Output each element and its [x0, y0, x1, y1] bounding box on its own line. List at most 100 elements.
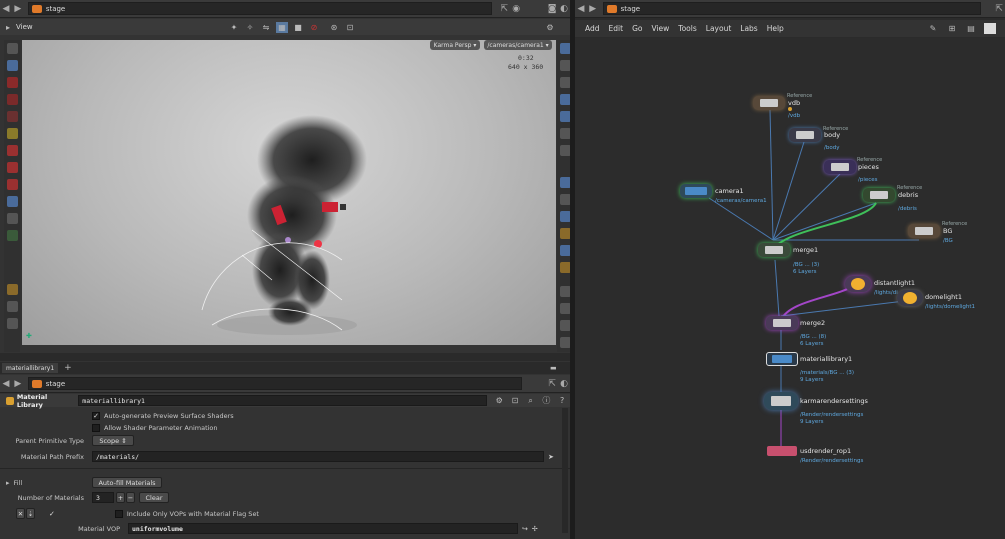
pane-menu-icon[interactable]: ◙: [546, 3, 558, 15]
node-chooser-icon[interactable]: ✢: [532, 525, 538, 533]
shading-icon[interactable]: [559, 145, 571, 156]
handle-icon[interactable]: [6, 77, 18, 88]
node-distantlight1[interactable]: [845, 276, 871, 292]
snap-icon[interactable]: [6, 162, 18, 173]
node-bg[interactable]: [908, 224, 940, 238]
network-forward-icon[interactable]: ▶: [587, 3, 599, 15]
node-scan-icon[interactable]: ⊡: [509, 395, 521, 406]
node-gear-icon[interactable]: ⚙: [493, 395, 505, 406]
tree-icon[interactable]: ⊞: [946, 23, 958, 34]
menu-view[interactable]: View: [651, 24, 669, 33]
auto-fill-button[interactable]: Auto-fill Materials: [92, 477, 162, 488]
drawer-icon[interactable]: [6, 284, 18, 295]
white-square-icon[interactable]: [984, 23, 996, 34]
brush-icon[interactable]: [6, 301, 18, 312]
tab-menu-icon[interactable]: ▬: [550, 364, 557, 372]
lock-icon[interactable]: [6, 60, 18, 71]
magnet-icon[interactable]: [6, 145, 18, 156]
home-icon[interactable]: [559, 94, 571, 105]
ghost-icon[interactable]: [559, 60, 571, 71]
grid-icon[interactable]: [559, 245, 571, 256]
decrement-button[interactable]: −: [126, 492, 135, 503]
params-back-icon[interactable]: ◀: [0, 378, 12, 390]
pose-icon[interactable]: [6, 94, 18, 105]
params-forward-icon[interactable]: ▶: [12, 378, 24, 390]
menu-layout[interactable]: Layout: [706, 24, 732, 33]
node-domelight1[interactable]: [897, 290, 923, 306]
stop-render-icon[interactable]: ⊘: [308, 22, 320, 33]
instance-menu-icon[interactable]: ⇣: [26, 508, 35, 519]
snap-tool-icon[interactable]: ⇋: [260, 22, 272, 33]
add-tab-icon[interactable]: +: [64, 363, 72, 373]
wrench-icon[interactable]: ✎: [927, 23, 939, 34]
view-menu-icon[interactable]: ▸: [2, 22, 14, 33]
pin-icon[interactable]: ⇱: [498, 3, 510, 15]
network-path-field[interactable]: stage: [602, 2, 982, 15]
group-icon[interactable]: [6, 196, 18, 207]
background-icon[interactable]: [559, 194, 571, 205]
select-arrow-icon[interactable]: [6, 43, 18, 54]
display-options-icon[interactable]: [559, 43, 571, 54]
settings-gear-icon[interactable]: ⚙: [544, 22, 556, 33]
pane-link-icon[interactable]: ◐: [558, 3, 570, 15]
clear-button[interactable]: Clear: [139, 492, 169, 503]
fill-expand-icon[interactable]: ▸: [6, 479, 10, 487]
menu-add[interactable]: Add: [585, 24, 600, 33]
pane-splitter[interactable]: [0, 353, 570, 361]
paint-icon[interactable]: [6, 230, 18, 241]
parent-prim-type-select[interactable]: Scope ⇕: [92, 435, 134, 446]
params-scrollbar[interactable]: [562, 408, 568, 533]
network-pin-icon[interactable]: ⇱: [993, 3, 1005, 15]
node-search-icon[interactable]: ⌕: [525, 395, 537, 406]
menu-tools[interactable]: Tools: [678, 24, 696, 33]
node-vdb[interactable]: [753, 96, 785, 110]
rotate-icon[interactable]: [559, 320, 571, 331]
node-body[interactable]: [789, 128, 821, 142]
camera-icon[interactable]: ⊛: [328, 22, 340, 33]
increment-button[interactable]: +: [116, 492, 125, 503]
forward-arrow-icon[interactable]: ▶: [12, 3, 24, 15]
menu-edit[interactable]: Edit: [609, 24, 624, 33]
snapshot-icon[interactable]: ⊡: [344, 22, 356, 33]
globe-icon[interactable]: ◉: [510, 3, 522, 15]
node-info-icon[interactable]: ⓘ: [541, 395, 553, 406]
display-mode-icon[interactable]: ▦: [276, 21, 288, 33]
light-tool-icon[interactable]: [6, 128, 18, 139]
node-debris[interactable]: [863, 188, 895, 202]
jump-icon[interactable]: ↪: [522, 525, 528, 533]
back-arrow-icon[interactable]: ◀: [0, 3, 12, 15]
pan-icon[interactable]: [559, 303, 571, 314]
zoom-icon[interactable]: [559, 286, 571, 297]
tilde-icon[interactable]: [6, 213, 18, 224]
wireframe-icon[interactable]: ■: [292, 22, 304, 33]
params-pin-icon[interactable]: ⇱: [546, 378, 558, 390]
num-materials-field[interactable]: 3: [92, 492, 114, 503]
transform-tool-icon[interactable]: ✧: [244, 22, 256, 33]
node-merge2[interactable]: [766, 316, 798, 330]
node-materiallibrary1[interactable]: [766, 352, 798, 366]
node-usdrender-rop1[interactable]: [767, 446, 797, 456]
node-name-field[interactable]: materiallibrary1: [78, 395, 488, 406]
camera-view-icon[interactable]: [559, 211, 571, 222]
menu-go[interactable]: Go: [632, 24, 642, 33]
node-camera1[interactable]: [680, 184, 712, 198]
node-merge1[interactable]: [758, 243, 790, 257]
view-tab[interactable]: View: [16, 23, 33, 31]
menu-labs[interactable]: Labs: [740, 24, 757, 33]
params-link-icon[interactable]: ◐: [558, 378, 570, 390]
network-back-icon[interactable]: ◀: [575, 3, 587, 15]
include-only-checkbox[interactable]: [114, 509, 123, 518]
tab-materiallibrary1[interactable]: materiallibrary1: [2, 363, 59, 373]
material-vop-field[interactable]: uniformvolume: [128, 523, 518, 534]
menu-help[interactable]: Help: [767, 24, 784, 33]
material-path-prefix-field[interactable]: /materials/: [92, 451, 544, 462]
ground-icon[interactable]: [6, 318, 18, 329]
flag-icon[interactable]: [559, 228, 571, 239]
auto-generate-checkbox[interactable]: ✓: [92, 411, 100, 420]
params-path-field[interactable]: stage: [27, 377, 523, 390]
render-region-icon[interactable]: [559, 177, 571, 188]
fit-icon[interactable]: [559, 337, 571, 348]
enable-checkmark-icon[interactable]: ✓: [49, 510, 55, 518]
light-display-icon[interactable]: [559, 128, 571, 139]
light-bulb-icon[interactable]: [559, 262, 571, 273]
